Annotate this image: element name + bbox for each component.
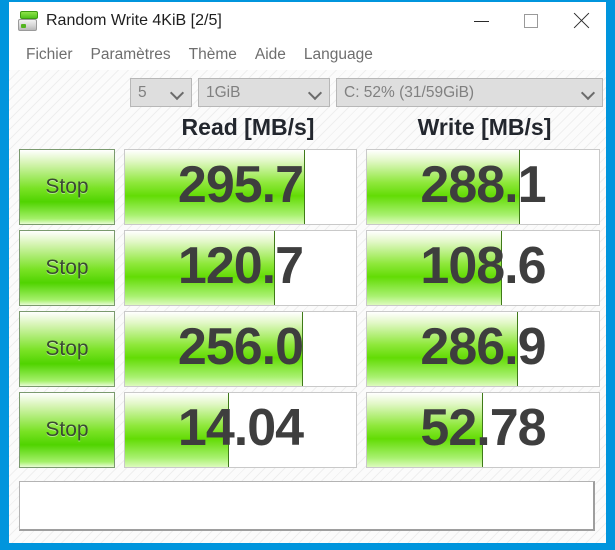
maximize-button[interactable] <box>506 2 556 40</box>
client-area: 5 1GiB C: 52% (31/59GiB) Read [MB/s] Wri… <box>9 70 606 543</box>
read-score-value-row2: 120.7 <box>177 237 304 295</box>
write-score-row4[interactable]: 52.78 <box>366 392 600 468</box>
read-score-row4[interactable]: 14.04 <box>124 392 357 468</box>
drive-value: C: 52% (31/59GiB) <box>344 83 475 101</box>
chevron-down-icon <box>171 86 184 99</box>
maximize-icon <box>524 14 538 28</box>
column-headers: Read [MB/s] Write [MB/s] <box>130 114 603 141</box>
stop-button-row4[interactable]: Stop <box>19 392 115 468</box>
chevron-down-icon <box>309 86 322 99</box>
table-row: Stop 256.0 286.9 <box>19 311 614 392</box>
write-column-header: Write [MB/s] <box>417 114 552 140</box>
table-row: Stop 120.7 108.6 <box>19 230 614 311</box>
write-score-value-row2: 108.6 <box>420 237 546 295</box>
comment-input[interactable] <box>19 481 595 531</box>
test-size-value: 1GiB <box>206 83 241 101</box>
app-window: Random Write 4KiB [2/5] Fichier Paramètr… <box>0 0 615 550</box>
table-row: Stop 295.7 288.1 <box>19 149 614 230</box>
test-count-select[interactable]: 5 <box>130 78 192 107</box>
menu-item-theme[interactable]: Thème <box>180 46 246 64</box>
results-table: Stop 295.7 288.1 Stop 120.7 108.6 Stop 2… <box>19 149 614 473</box>
menu-item-fichier[interactable]: Fichier <box>17 46 82 64</box>
stop-button-row1[interactable]: Stop <box>19 149 115 225</box>
stop-button-row3[interactable]: Stop <box>19 311 115 387</box>
read-score-row2[interactable]: 120.7 <box>124 230 357 306</box>
write-score-value-row4: 52.78 <box>420 399 546 457</box>
window-controls <box>456 2 606 40</box>
window-title: Random Write 4KiB [2/5] <box>46 12 222 29</box>
read-score-value-row1: 295.7 <box>177 156 304 214</box>
read-score-value-row3: 256.0 <box>177 318 304 376</box>
read-score-row1[interactable]: 295.7 <box>124 149 357 225</box>
write-score-value-row3: 286.9 <box>420 318 546 376</box>
menu-item-aide[interactable]: Aide <box>246 46 295 64</box>
title-bar: Random Write 4KiB [2/5] <box>9 2 606 40</box>
disk-drive-icon-top <box>20 11 38 19</box>
menu-item-parametres[interactable]: Paramètres <box>82 46 180 64</box>
table-row: Stop 14.04 52.78 <box>19 392 614 473</box>
write-score-row3[interactable]: 286.9 <box>366 311 600 387</box>
write-score-value-row1: 288.1 <box>420 156 546 214</box>
menu-bar: Fichier Paramètres Thème Aide Language <box>9 40 606 70</box>
close-icon <box>572 12 590 30</box>
disk-drive-icon <box>17 10 39 32</box>
write-score-row1[interactable]: 288.1 <box>366 149 600 225</box>
read-score-row3[interactable]: 256.0 <box>124 311 357 387</box>
drive-select[interactable]: C: 52% (31/59GiB) <box>336 78 603 107</box>
menu-item-language[interactable]: Language <box>295 46 382 64</box>
test-size-select[interactable]: 1GiB <box>198 78 330 107</box>
test-count-value: 5 <box>138 83 147 101</box>
read-column-header: Read [MB/s] <box>181 114 315 140</box>
close-button[interactable] <box>556 2 606 40</box>
read-score-value-row4: 14.04 <box>177 399 304 457</box>
minimize-icon <box>473 20 489 22</box>
write-score-row2[interactable]: 108.6 <box>366 230 600 306</box>
toolbar: 5 1GiB C: 52% (31/59GiB) <box>130 78 603 107</box>
stop-button-row2[interactable]: Stop <box>19 230 115 306</box>
disk-drive-icon-led <box>21 24 26 28</box>
minimize-button[interactable] <box>456 2 506 40</box>
chevron-down-icon <box>582 86 595 99</box>
